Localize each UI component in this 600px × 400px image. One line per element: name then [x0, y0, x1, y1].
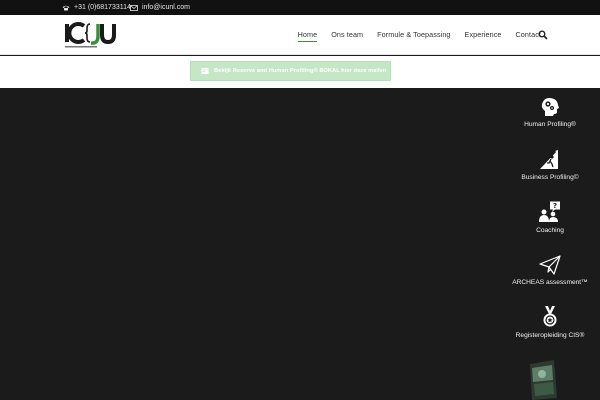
- phone-contact[interactable]: +31 (0)681733114: [62, 0, 131, 15]
- email-contact[interactable]: info@icunl.com: [130, 0, 190, 15]
- service-coaching[interactable]: ? Coaching: [500, 201, 600, 234]
- site-header: Home Ons team Formule & Toepassing Exper…: [0, 15, 600, 55]
- head-gears-icon: [541, 98, 559, 116]
- email-address: info@icunl.com: [142, 4, 190, 11]
- service-label: Registeropleiding CIS®: [515, 332, 585, 339]
- service-label: Coaching: [536, 227, 564, 234]
- service-business-profiling[interactable]: Business Profiling©: [500, 148, 600, 181]
- nav-formule-toepassing[interactable]: Formule & Toepassing: [370, 15, 457, 55]
- svg-text:?: ?: [553, 202, 557, 210]
- mountain-climber-icon: [540, 150, 558, 169]
- book-cover-image[interactable]: [524, 360, 558, 400]
- service-archeas-assessment[interactable]: ARCHEAS assessment™: [500, 255, 600, 286]
- people-question-icon: ?: [539, 201, 560, 222]
- nav-experience[interactable]: Experience: [458, 15, 509, 55]
- search-icon[interactable]: [538, 30, 548, 40]
- envelope-icon: [130, 4, 138, 11]
- service-registeropleiding-cis[interactable]: Registeropleiding CIS®: [500, 306, 600, 339]
- phone-icon: [62, 5, 70, 10]
- service-label: ARCHEAS assessment™: [512, 279, 588, 286]
- medal-icon: [543, 306, 557, 327]
- hero-section: [0, 88, 600, 400]
- top-bar: +31 (0)681733114 info@icunl.com: [0, 0, 600, 15]
- service-label: Business Profiling©: [521, 174, 579, 181]
- main-nav: Home Ons team Formule & Toepassing Exper…: [291, 15, 548, 55]
- service-label: Human Profiling®: [524, 121, 576, 128]
- notice-text: Bekijk Reserve and Human Profiling® BOKA…: [214, 68, 387, 74]
- site-logo[interactable]: [64, 20, 116, 50]
- notice-banner[interactable]: Bekijk Reserve and Human Profiling® BOKA…: [190, 61, 391, 81]
- paper-plane-icon: [539, 255, 561, 275]
- nav-home[interactable]: Home: [291, 15, 325, 55]
- document-icon: [201, 68, 209, 74]
- service-human-profiling[interactable]: Human Profiling®: [500, 97, 600, 128]
- phone-number: +31 (0)681733114: [74, 4, 131, 11]
- nav-ons-team[interactable]: Ons team: [324, 15, 370, 55]
